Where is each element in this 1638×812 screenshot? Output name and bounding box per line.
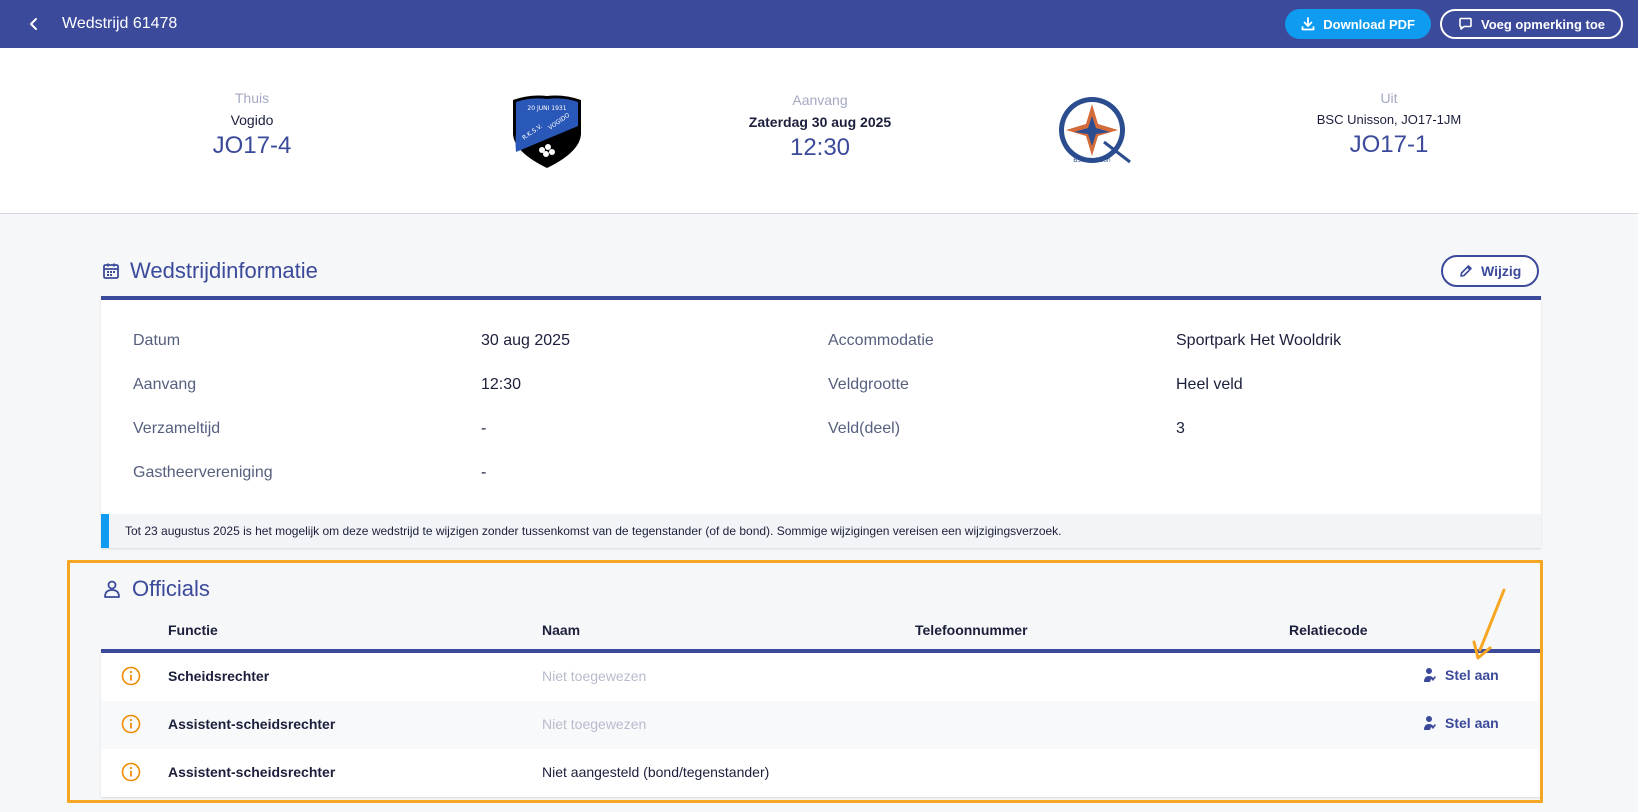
field-datum-value: 30 aug 2025	[481, 332, 570, 349]
away-label: Uit	[1380, 90, 1398, 106]
column-telefoonnummer: Telefoonnummer	[915, 622, 1028, 638]
info-icon	[121, 666, 141, 686]
field-verzameltijd-label: Verzameltijd	[133, 420, 221, 437]
column-functie: Functie	[168, 622, 218, 638]
field-accommodatie-label: Accommodatie	[828, 332, 934, 349]
match-header: Thuis Vogido JO17-4 Aanvang Zaterdag 30 …	[0, 48, 1638, 214]
away-team: Uit BSC Unisson, JO17-1JM JO17-1	[1239, 90, 1539, 159]
table-row: Assistent-scheidsrechter Niet toegewezen…	[101, 701, 1541, 749]
add-comment-button[interactable]: Voeg opmerking toe	[1440, 9, 1623, 39]
edit-button[interactable]: Wijzig	[1441, 255, 1540, 287]
field-gastheer-label: Gastheervereniging	[133, 464, 273, 481]
kickoff-info: Aanvang Zaterdag 30 aug 2025 12:30	[670, 92, 970, 162]
official-function: Assistent-scheidsrechter	[168, 716, 336, 732]
person-icon	[104, 580, 120, 598]
comment-icon	[1459, 17, 1472, 30]
download-pdf-label: Download PDF	[1323, 16, 1415, 32]
field-accommodatie-value: Sportpark Het Wooldrik	[1176, 332, 1342, 349]
column-naam: Naam	[542, 622, 581, 638]
field-aanvang-value: 12:30	[481, 376, 522, 393]
official-function: Scheidsrechter	[168, 668, 270, 684]
match-info-heading: Wedstrijdinformatie	[102, 258, 318, 284]
kickoff-time: 12:30	[789, 134, 851, 161]
match-info-title: Wedstrijdinformatie	[130, 258, 318, 283]
svg-text:BSC Unisson: BSC Unisson	[1073, 157, 1111, 164]
away-club-logo: BSC Unisson	[1052, 92, 1136, 170]
assign-person-icon	[1424, 668, 1436, 682]
away-club: BSC Unisson, JO17-1JM	[1316, 112, 1462, 127]
arrow-annotation-icon	[1472, 588, 1506, 660]
official-name: Niet aangesteld (bond/tegenstander)	[542, 764, 770, 780]
kickoff-date: Zaterdag 30 aug 2025	[748, 114, 892, 130]
add-comment-label: Voeg opmerking toe	[1481, 16, 1605, 32]
official-name: Niet toegewezen	[542, 668, 647, 684]
table-row: Scheidsrechter Niet toegewezen Stel aan	[101, 653, 1541, 701]
officials-table: Scheidsrechter Niet toegewezen Stel aan …	[101, 649, 1541, 797]
home-label: Thuis	[234, 90, 270, 106]
edit-label: Wijzig	[1481, 263, 1522, 279]
svg-text:20 JUNI 1931: 20 JUNI 1931	[527, 105, 566, 112]
back-button[interactable]	[22, 12, 46, 36]
assign-person-icon	[1424, 716, 1436, 730]
official-name: Niet toegewezen	[542, 716, 647, 732]
kickoff-label: Aanvang	[792, 92, 848, 108]
officials-table-header: Functie Naam Telefoonnummer Relatiecode	[101, 620, 1541, 650]
field-veldgrootte-value: Heel veld	[1176, 376, 1243, 393]
home-team: Thuis Vogido JO17-4	[102, 90, 402, 160]
official-function: Assistent-scheidsrechter	[168, 764, 336, 780]
field-gastheer-value: -	[481, 464, 487, 481]
field-aanvang-label: Aanvang	[133, 376, 197, 393]
officials-title: Officials	[132, 576, 210, 601]
column-relatiecode: Relatiecode	[1289, 622, 1368, 638]
officials-heading: Officials	[102, 576, 210, 602]
home-club: Vogido	[230, 112, 274, 128]
field-veld-value: 3	[1176, 420, 1185, 437]
home-club-logo: 20 JUNI 1931 R.K.S.V. VOGIDO	[513, 95, 581, 168]
info-icon	[121, 714, 141, 734]
download-pdf-button[interactable]: Download PDF	[1285, 9, 1431, 39]
assign-assistant-button[interactable]: Stel aan	[1423, 715, 1499, 731]
match-info-card: Datum 30 aug 2025 Aanvang 12:30 Verzamel…	[101, 296, 1541, 548]
field-verzameltijd-value: -	[481, 420, 487, 437]
field-datum-label: Datum	[133, 332, 181, 349]
away-team-code: JO17-1	[1349, 131, 1429, 158]
info-icon	[121, 762, 141, 782]
top-bar: Wedstrijd 61478 Download PDF Voeg opmerk…	[0, 0, 1638, 48]
download-icon	[1301, 17, 1315, 31]
edit-notice: Tot 23 augustus 2025 is het mogelijk om …	[101, 514, 1541, 548]
page-title: Wedstrijd 61478	[62, 15, 178, 32]
pencil-icon	[1460, 265, 1472, 277]
assign-label: Stel aan	[1445, 667, 1499, 683]
home-team-code: JO17-4	[212, 132, 292, 159]
calendar-icon	[103, 263, 119, 279]
chevron-left-icon	[30, 18, 37, 30]
field-veldgrootte-label: Veldgrootte	[828, 376, 909, 393]
table-row: Assistent-scheidsrechter Niet aangesteld…	[101, 749, 1541, 797]
assign-referee-button[interactable]: Stel aan	[1423, 667, 1499, 683]
field-veld-label: Veld(deel)	[828, 420, 901, 437]
assign-label: Stel aan	[1445, 715, 1499, 731]
